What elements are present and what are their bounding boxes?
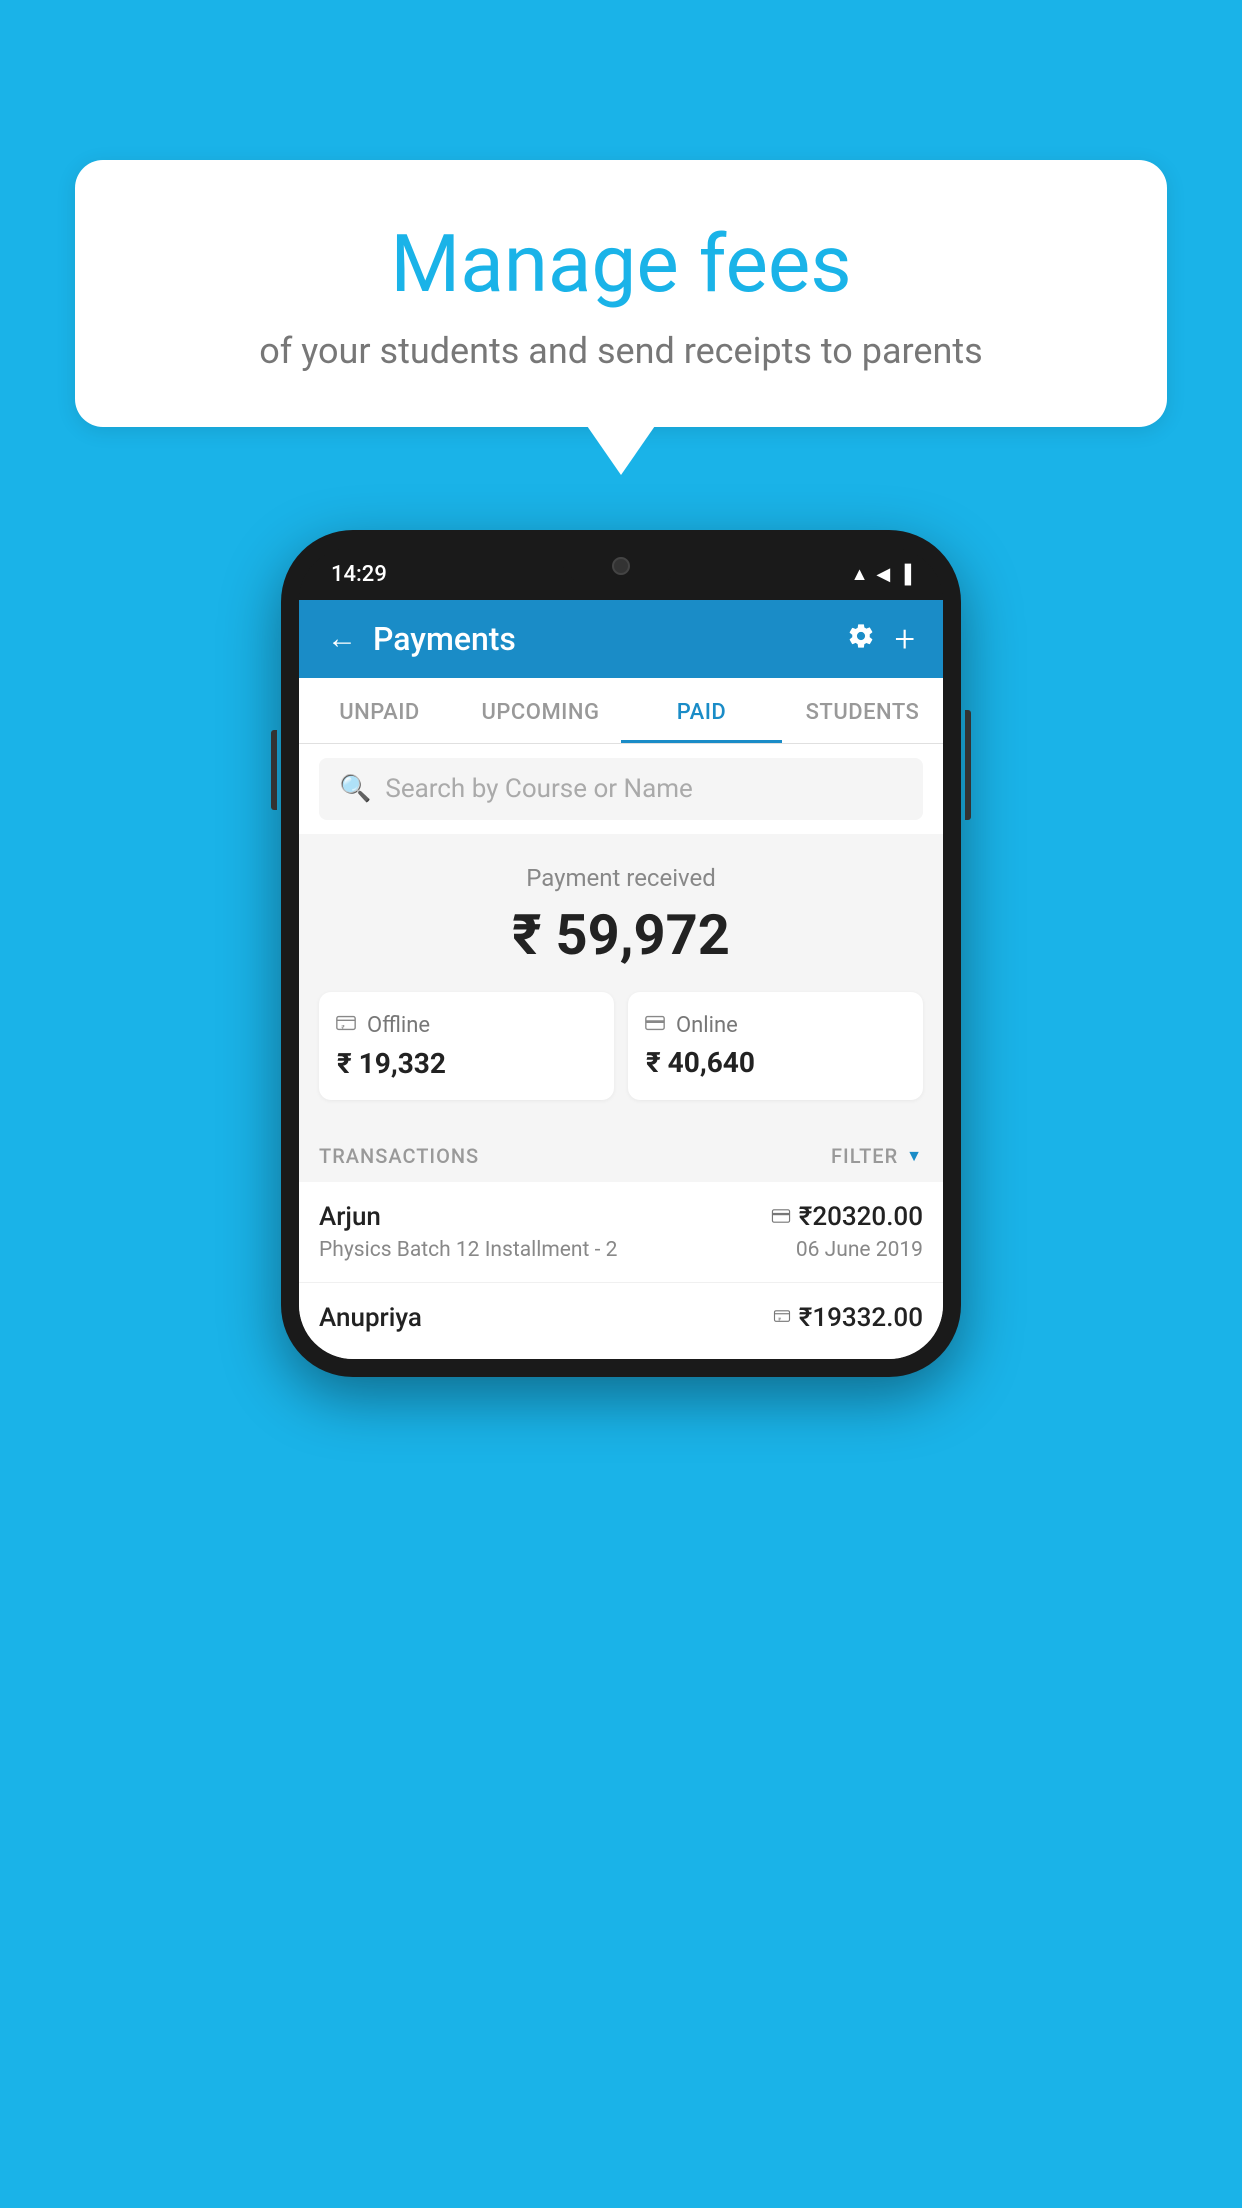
transaction-row-bottom: Physics Batch 12 Installment - 2 06 June… [319, 1238, 923, 1262]
transaction-row-top: Anupriya ₹ ₹19332.00 [319, 1303, 923, 1333]
app-bar-title: Payments [373, 620, 516, 658]
volume-button [271, 730, 277, 810]
settings-icon [847, 622, 875, 650]
rupee-icon-small: ₹ [773, 1307, 791, 1329]
payment-summary: Payment received ₹ 59,972 ₹ Offline ₹ 19… [299, 834, 943, 1124]
notch [561, 548, 681, 584]
payment-total-amount: ₹ 59,972 [319, 902, 923, 968]
search-box[interactable]: 🔍 Search by Course or Name [319, 758, 923, 820]
online-icon [644, 1012, 666, 1038]
camera [612, 557, 630, 575]
battery-icon: ▐ [898, 564, 911, 585]
tab-unpaid[interactable]: UNPAID [299, 678, 460, 743]
tabs-bar: UNPAID UPCOMING PAID STUDENTS [299, 678, 943, 744]
transaction-row[interactable]: Anupriya ₹ ₹19332.00 [299, 1283, 943, 1359]
tab-upcoming[interactable]: UPCOMING [460, 678, 621, 743]
transaction-name: Anupriya [319, 1303, 422, 1333]
filter-icon: ▼ [906, 1146, 923, 1166]
online-payment-card: Online ₹ 40,640 [628, 992, 923, 1100]
status-time: 14:29 [331, 562, 387, 587]
filter-button[interactable]: FILTER ▼ [831, 1144, 923, 1168]
search-icon: 🔍 [339, 774, 371, 804]
phone-outer: 14:29 ▲ ◀ ▐ ← Payments [281, 530, 961, 1377]
transactions-header: TRANSACTIONS FILTER ▼ [299, 1124, 943, 1182]
transaction-date: 06 June 2019 [796, 1238, 923, 1262]
online-amount: ₹ 40,640 [644, 1046, 907, 1079]
online-label: Online [676, 1013, 738, 1038]
transactions-label: TRANSACTIONS [319, 1144, 479, 1168]
search-input[interactable]: Search by Course or Name [385, 774, 692, 804]
transaction-row[interactable]: Arjun ₹20320.00 Physics Batch 12 Install… [299, 1182, 943, 1283]
app-bar-left: ← Payments [327, 620, 516, 658]
transaction-amount-wrapper: ₹20320.00 [771, 1202, 923, 1232]
speech-bubble: Manage fees of your students and send re… [75, 160, 1167, 427]
offline-icon: ₹ [335, 1012, 357, 1039]
power-button [965, 710, 971, 820]
transaction-amount-wrapper: ₹ ₹19332.00 [773, 1303, 923, 1333]
card-icon-small [771, 1208, 791, 1227]
tab-paid[interactable]: PAID [621, 678, 782, 743]
offline-label: Offline [367, 1013, 430, 1038]
transaction-name: Arjun [319, 1202, 381, 1232]
app-bar-right: + [847, 621, 915, 657]
app-bar: ← Payments + [299, 600, 943, 678]
add-button[interactable]: + [895, 621, 915, 657]
offline-payment-card: ₹ Offline ₹ 19,332 [319, 992, 614, 1100]
wifi-icon: ▲ [851, 564, 869, 585]
payment-received-label: Payment received [319, 864, 923, 892]
filter-text: FILTER [831, 1144, 898, 1168]
bubble-title: Manage fees [125, 220, 1117, 308]
status-icons: ▲ ◀ ▐ [851, 564, 911, 585]
offline-amount: ₹ 19,332 [335, 1047, 598, 1080]
online-card-header: Online [644, 1012, 907, 1038]
signal-icon: ◀ [876, 564, 890, 585]
transaction-amount: ₹20320.00 [799, 1202, 923, 1232]
offline-card-header: ₹ Offline [335, 1012, 598, 1039]
status-bar: 14:29 ▲ ◀ ▐ [299, 548, 943, 600]
svg-text:₹: ₹ [341, 1023, 345, 1031]
tab-students[interactable]: STUDENTS [782, 678, 943, 743]
bubble-subtitle: of your students and send receipts to pa… [125, 330, 1117, 372]
transaction-detail: Physics Batch 12 Installment - 2 [319, 1238, 617, 1262]
transaction-row-top: Arjun ₹20320.00 [319, 1202, 923, 1232]
phone-mockup: 14:29 ▲ ◀ ▐ ← Payments [281, 530, 961, 1377]
settings-button[interactable] [847, 622, 875, 656]
phone-screen: ← Payments + UNPAID UPCOMING PAID ST [299, 600, 943, 1359]
back-button[interactable]: ← [327, 624, 357, 654]
svg-text:₹: ₹ [778, 1317, 781, 1323]
search-container: 🔍 Search by Course or Name [299, 744, 943, 834]
transaction-amount: ₹19332.00 [799, 1303, 923, 1333]
payment-cards: ₹ Offline ₹ 19,332 Online [319, 992, 923, 1100]
